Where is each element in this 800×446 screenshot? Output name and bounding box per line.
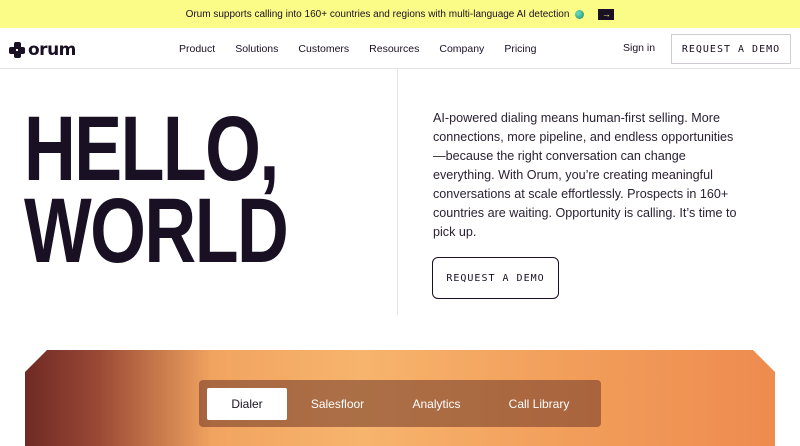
tab-salesfloor[interactable]: Salesfloor	[287, 388, 388, 420]
announcement-banner[interactable]: Orum supports calling into 160+ countrie…	[0, 0, 800, 28]
nav-links: Product Solutions Customers Resources Co…	[179, 28, 536, 69]
nav-link-product[interactable]: Product	[179, 43, 215, 55]
hero-title: HELLO, WORLD	[24, 98, 289, 282]
nav-link-customers[interactable]: Customers	[298, 43, 349, 55]
request-demo-nav-button[interactable]: REQUEST A DEMO	[671, 34, 791, 64]
product-tabs: Dialer Salesfloor Analytics Call Library	[199, 380, 601, 427]
nav-link-resources[interactable]: Resources	[369, 43, 419, 55]
banner-text: Orum supports calling into 160+ countrie…	[185, 8, 570, 20]
orum-logo-mark-icon	[9, 42, 25, 58]
hero-title-line-2: WORLD	[24, 180, 289, 282]
logo-text: orum	[28, 40, 76, 60]
nav-link-pricing[interactable]: Pricing	[504, 43, 536, 55]
globe-icon	[575, 9, 585, 19]
tab-analytics[interactable]: Analytics	[388, 388, 485, 420]
hero-divider	[397, 69, 398, 315]
orum-logo[interactable]: orum	[9, 40, 76, 60]
tab-call-library[interactable]: Call Library	[485, 388, 593, 420]
nav-link-solutions[interactable]: Solutions	[235, 43, 278, 55]
hero-description: AI-powered dialing means human-first sel…	[433, 111, 737, 239]
arrow-right-icon[interactable]: →	[598, 8, 615, 20]
sign-in-link[interactable]: Sign in	[623, 42, 655, 54]
request-demo-hero-button[interactable]: REQUEST A DEMO	[432, 257, 559, 299]
nav-link-company[interactable]: Company	[439, 43, 484, 55]
tab-dialer[interactable]: Dialer	[207, 387, 287, 420]
hero-title-line-1: HELLO,	[24, 98, 279, 200]
